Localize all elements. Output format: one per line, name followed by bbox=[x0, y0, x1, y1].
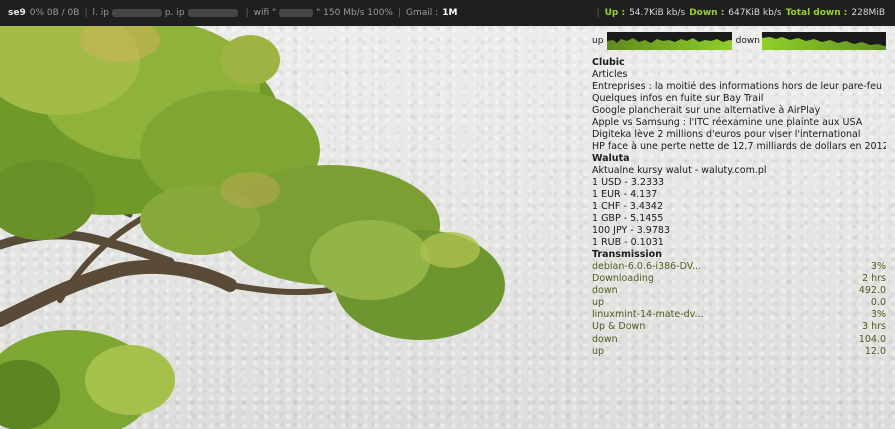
down-graph-label: down bbox=[735, 36, 760, 46]
torrent-down-label: down bbox=[592, 333, 618, 345]
upload-speed: 54.7KiB kb/s bbox=[629, 8, 686, 18]
list-item: 1 CHF - 3.4342 bbox=[592, 201, 664, 212]
wifi-ssid-redacted bbox=[279, 9, 314, 17]
torrent-status-row: Downloading 2 hrs bbox=[592, 273, 886, 285]
hostname: se9 bbox=[8, 8, 26, 18]
separator: | bbox=[596, 8, 600, 18]
wifi-label: wifi " bbox=[253, 8, 277, 18]
torrent-eta: 3 hrs bbox=[862, 321, 886, 333]
separator: | bbox=[398, 8, 402, 18]
list-item[interactable]: Articles bbox=[592, 69, 886, 81]
download-speed: 647KiB kb/s bbox=[728, 8, 782, 18]
list-item: 1 RUB - 0.1031 bbox=[592, 237, 664, 248]
torrent-down-rate: 104.0 bbox=[858, 333, 886, 345]
torrent-status-row: Up & Down 3 hrs bbox=[592, 321, 886, 333]
clubic-heading: Clubic bbox=[592, 57, 625, 68]
torrent-down-row: down 492.0 bbox=[592, 285, 886, 297]
torrent-up-row: up 0.0 bbox=[592, 297, 886, 309]
torrent-down-label: down bbox=[592, 285, 618, 297]
torrent-up-row: up 12.0 bbox=[592, 346, 886, 358]
list-item[interactable]: Entreprises : la moitié des informations… bbox=[592, 81, 886, 93]
transmission-heading: Transmission bbox=[592, 249, 662, 260]
separator: | bbox=[84, 8, 88, 18]
list-item[interactable]: Aktualne kursy walut - waluty.com.pl bbox=[592, 165, 886, 177]
list-item: 1 EUR - 4.137 bbox=[592, 189, 658, 200]
waluta-heading: Waluta bbox=[592, 153, 630, 164]
torrent-name: debian-6.0.6-i386-DV... bbox=[592, 261, 702, 272]
list-item[interactable]: Apple vs Samsung : l'ITC réexamine une p… bbox=[592, 117, 886, 129]
list-item: 1 USD - 3.2333 bbox=[592, 177, 665, 188]
torrent-eta: 2 hrs bbox=[862, 273, 886, 285]
up-graph-label: up bbox=[592, 36, 604, 46]
clubic-list: Articles Entreprises : la moitié des inf… bbox=[592, 69, 886, 153]
torrent-status: Up & Down bbox=[592, 321, 646, 333]
gmail-label: Gmail : bbox=[406, 8, 439, 18]
upload-graph bbox=[607, 32, 732, 50]
upload-label: Up : bbox=[604, 8, 626, 18]
torrent-up-rate: 12.0 bbox=[864, 345, 886, 357]
torrent-up-rate: 0.0 bbox=[870, 297, 886, 309]
storage-usage: 0% 0B / 0B bbox=[29, 8, 80, 18]
torrent-up-label: up bbox=[592, 297, 605, 309]
list-item: 100 JPY - 3.9783 bbox=[592, 225, 670, 236]
list-item: 1 GBP - 5.1455 bbox=[592, 213, 664, 224]
list-item[interactable]: Digiteka lève 2 millions d'euros pour vi… bbox=[592, 129, 886, 141]
total-down-label: Total down : bbox=[785, 8, 848, 18]
tree-foliage-image bbox=[0, 5, 505, 429]
gmail-count: 1M bbox=[442, 8, 458, 18]
separator: | bbox=[245, 8, 249, 18]
top-status-bar: se9 0% 0B / 0B | l. ip p. ip | wifi " " 1… bbox=[0, 0, 895, 26]
torrent-down-row: down 104.0 bbox=[592, 334, 886, 346]
list-item[interactable]: Google plancherait sur une alternative à… bbox=[592, 105, 886, 117]
download-label: Down : bbox=[689, 8, 725, 18]
lan-ip-redacted bbox=[111, 9, 162, 17]
conky-panel: up down Clubic Articles Entreprises: la… bbox=[592, 30, 886, 358]
torrent-status: Downloading bbox=[592, 273, 654, 285]
torrent-name-row: linuxmint-14-mate-dv... 3% bbox=[592, 309, 886, 321]
torrent-up-label: up bbox=[592, 345, 605, 357]
torrent-down-rate: 492.0 bbox=[858, 285, 886, 297]
torrent-progress: 3% bbox=[870, 261, 886, 272]
download-graph bbox=[761, 32, 886, 50]
lan-ip-label: l. ip bbox=[92, 8, 109, 18]
list-item[interactable]: Quelques infos en fuite sur Bay Trail bbox=[592, 93, 886, 105]
torrent-progress: 3% bbox=[870, 309, 886, 321]
list-item[interactable]: HP face à une perte nette de 12,7 millia… bbox=[592, 141, 886, 153]
transmission-list: debian-6.0.6-i386-DV... 3% Downloading 2 h… bbox=[592, 261, 886, 358]
wifi-status: " 150 Mb/s 100% bbox=[316, 8, 393, 18]
total-down-value: 228MiB bbox=[851, 8, 885, 18]
network-graphs: up down bbox=[592, 30, 886, 52]
waluta-list: Aktualne kursy walut - waluty.com.pl 1 U… bbox=[592, 165, 886, 249]
public-ip-label: p. ip bbox=[164, 8, 185, 18]
torrent-name: linuxmint-14-mate-dv... bbox=[592, 309, 704, 321]
public-ip-redacted bbox=[187, 9, 238, 17]
torrent-name-row: debian-6.0.6-i386-DV... 3% bbox=[592, 261, 886, 273]
